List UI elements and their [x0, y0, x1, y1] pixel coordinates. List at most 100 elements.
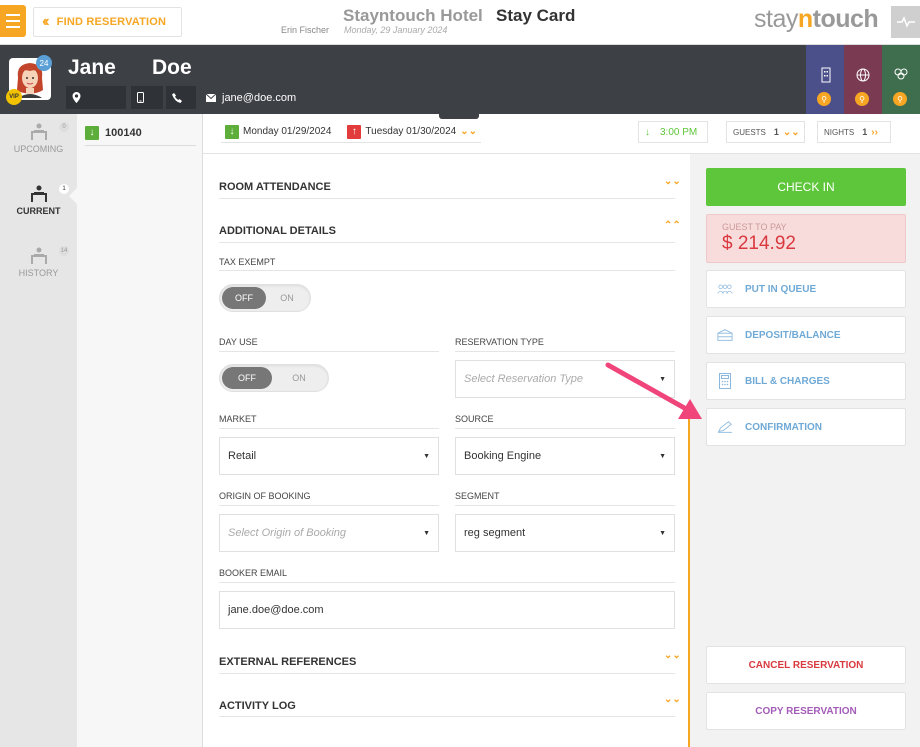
confirmation-label: CONFIRMATION — [745, 421, 823, 433]
source-select[interactable]: Booking Engine ▼ — [455, 437, 675, 475]
user-name: Erin Fischer — [281, 25, 330, 35]
external-references-heading[interactable]: EXTERNAL REFERENCES — [219, 656, 356, 668]
chevron-right-icon: ›› — [871, 126, 878, 138]
page-title: Stay Card — [496, 6, 576, 25]
notification-count-badge: 24 — [36, 55, 52, 71]
toggle-on-label: ON — [280, 293, 294, 303]
pulse-icon — [896, 16, 915, 28]
calculator-icon — [719, 373, 731, 389]
booker-email-value: jane.doe@doe.com — [228, 604, 324, 616]
source-value: Booking Engine — [464, 450, 542, 462]
search-icon: ⚲ — [855, 92, 869, 106]
market-value: Retail — [228, 450, 257, 462]
sidebar-item-label: HISTORY — [18, 268, 59, 278]
upcoming-count-badge: 0 — [59, 122, 69, 132]
nights-count: 1 — [862, 127, 868, 137]
arrival-date: Monday 01/29/2024 — [243, 126, 332, 137]
location-pin-icon — [72, 92, 81, 103]
arrival-time-selector[interactable]: ↓ 3:00 PM — [638, 121, 708, 143]
bed-icon — [30, 185, 47, 202]
top-bar: ‹‹ FIND RESERVATION Stayntouch Hotel Sta… — [0, 0, 920, 45]
reservation-dates-bar: ↓ Monday 01/29/2024 ↑ Tuesday 01/30/2024… — [203, 114, 920, 154]
copy-reservation-button[interactable]: COPY RESERVATION — [706, 692, 906, 730]
header-tab-handle — [439, 114, 479, 119]
guest-email-field[interactable]: jane@doe.com — [200, 86, 310, 109]
chevron-up-icon[interactable]: ⌃⌃ — [664, 220, 681, 231]
bill-charges-button[interactable]: BILL & CHARGES — [706, 362, 906, 400]
guests-selector[interactable]: GUESTS 1 ⌄⌄ — [726, 121, 805, 143]
chevron-down-icon[interactable]: ⌄⌄ — [664, 694, 681, 705]
nights-selector[interactable]: NIGHTS 1 ›› — [817, 121, 891, 143]
divider — [455, 505, 675, 506]
chevron-down-icon[interactable]: ⌄⌄ — [664, 650, 681, 661]
day-use-toggle[interactable]: OFF ON — [219, 364, 329, 392]
current-indicator-arrow — [69, 188, 77, 204]
sidebar-item-label: UPCOMING — [13, 144, 64, 154]
guest-last-name: Doe — [152, 56, 192, 79]
put-in-queue-button[interactable]: PUT IN QUEUE — [706, 270, 906, 308]
business-date: Monday, 29 January 2024 — [344, 25, 448, 35]
globe-icon — [856, 68, 870, 82]
company-card-tile[interactable]: ⚲ — [844, 45, 882, 114]
confirmation-button[interactable]: CONFIRMATION — [706, 408, 906, 446]
departure-arrow-icon: ↑ — [347, 124, 362, 139]
phone-icon — [172, 92, 182, 103]
tax-exempt-label: TAX EXEMPT — [219, 257, 276, 267]
segment-select[interactable]: reg segment ▼ — [455, 514, 675, 552]
bed-icon — [30, 247, 47, 264]
queue-people-icon — [717, 284, 733, 294]
arrival-time: 3:00 PM — [660, 126, 698, 138]
wallet-icon — [717, 329, 733, 341]
group-icon — [894, 68, 908, 80]
segment-value: reg segment — [464, 527, 526, 539]
activity-pulse-button[interactable] — [891, 6, 920, 38]
menu-icon — [6, 14, 20, 16]
guests-label: GUESTS — [733, 127, 766, 137]
toggle-on-label: ON — [292, 373, 306, 383]
booker-email-label: BOOKER EMAIL — [219, 568, 288, 578]
arrival-arrow-icon: ↓ — [85, 125, 99, 140]
chevron-down-icon[interactable]: ⌄⌄ — [664, 176, 681, 187]
origin-of-booking-label: ORIGIN OF BOOKING — [219, 491, 311, 501]
guest-to-pay-label: GUEST TO PAY — [722, 222, 787, 232]
tax-exempt-toggle[interactable]: OFF ON — [219, 284, 311, 312]
deposit-balance-label: DEPOSIT/BALANCE — [745, 329, 841, 341]
group-card-tile[interactable]: ⚲ — [882, 45, 920, 114]
check-in-button[interactable]: CHECK IN — [706, 168, 906, 206]
guests-count: 1 — [773, 127, 779, 137]
menu-button[interactable] — [0, 5, 26, 37]
divider — [219, 270, 675, 271]
history-count-badge: 14 — [59, 246, 69, 256]
bed-icon — [30, 123, 47, 140]
guest-email: jane@doe.com — [222, 91, 297, 104]
vip-badge: VIP — [6, 89, 22, 105]
chevron-down-icon: ⌄⌄ — [782, 126, 800, 138]
guest-mobile-field[interactable] — [131, 86, 163, 109]
divider — [219, 673, 675, 674]
pen-icon — [717, 421, 733, 433]
guest-phone-field[interactable] — [166, 86, 196, 109]
reservation-list: ↓ 100140 — [77, 114, 203, 747]
find-reservation-button[interactable]: ‹‹ FIND RESERVATION — [33, 7, 182, 37]
stayntouch-logo: stayntouch — [754, 5, 879, 33]
divider — [455, 351, 675, 352]
cancel-reservation-button[interactable]: CANCEL RESERVATION — [706, 646, 906, 684]
market-select[interactable]: Retail ▼ — [219, 437, 439, 475]
divider — [219, 716, 675, 717]
caret-down-icon: ▼ — [659, 452, 666, 460]
double-chevron-left-icon: ‹‹ — [42, 13, 49, 30]
deposit-balance-button[interactable]: DEPOSIT/BALANCE — [706, 316, 906, 354]
list-item[interactable]: ↓ 100140 — [85, 120, 196, 146]
activity-log-heading[interactable]: ACTIVITY LOG — [219, 700, 296, 712]
toggle-off-label: OFF — [222, 287, 266, 309]
hotel-name: Stayntouch Hotel — [343, 6, 483, 25]
stay-dates-selector[interactable]: ↓ Monday 01/29/2024 ↑ Tuesday 01/30/2024… — [221, 121, 481, 143]
divider — [219, 428, 439, 429]
room-attendance-heading[interactable]: ROOM ATTENDANCE — [219, 181, 331, 193]
booker-email-input[interactable]: jane.doe@doe.com — [219, 591, 675, 629]
additional-details-heading[interactable]: ADDITIONAL DETAILS — [219, 225, 336, 237]
guest-location-field[interactable] — [66, 86, 126, 109]
guest-card-tile[interactable]: ⚲ — [806, 45, 844, 114]
guest-to-pay-panel[interactable]: GUEST TO PAY $ 214.92 — [706, 214, 906, 263]
origin-of-booking-select[interactable]: Select Origin of Booking ▼ — [219, 514, 439, 552]
